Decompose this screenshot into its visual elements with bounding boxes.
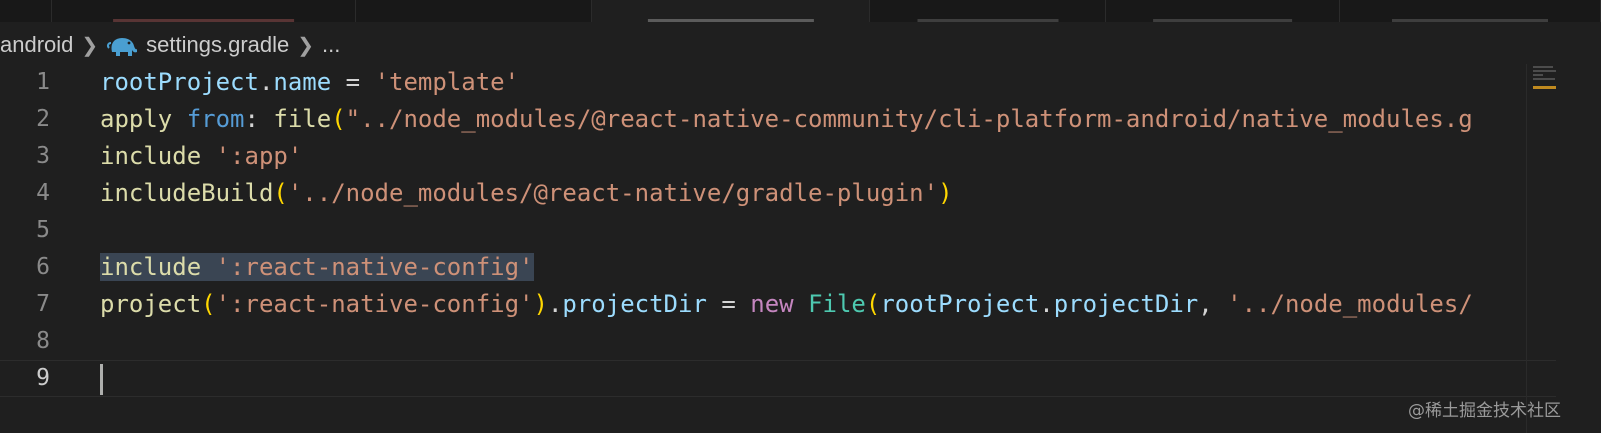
code-line[interactable]: 8 xyxy=(0,323,1556,360)
code-line[interactable]: 5 xyxy=(0,212,1556,249)
watermark: @稀土掘金技术社区 xyxy=(1408,401,1561,421)
line-number: 4 xyxy=(36,180,50,206)
code-token: . xyxy=(547,290,563,318)
code-token: ) xyxy=(938,179,953,207)
line-number: 1 xyxy=(36,69,50,95)
line-number: 2 xyxy=(36,106,50,132)
code-token: '../node_modules/@react-native/gradle-pl… xyxy=(287,179,939,207)
minimap-selection-marker xyxy=(1533,86,1557,89)
breadcrumb: android ❯ settings.gradle ❯ ... xyxy=(0,28,340,62)
code-line[interactable]: 4 includeBuild('../node_modules/@react-na… xyxy=(0,175,1556,212)
code-text: include ':app' xyxy=(100,138,302,175)
chevron-right-icon: ❯ xyxy=(297,34,315,57)
code-token: ':react-native-config' xyxy=(215,253,534,281)
text-selection: include ':react-native-config' xyxy=(100,253,534,281)
editor-tab[interactable] xyxy=(0,0,52,22)
code-token: , xyxy=(1198,290,1228,318)
minimap[interactable] xyxy=(1526,64,1557,433)
code-token: include xyxy=(100,253,202,281)
vertical-scrollbar[interactable] xyxy=(1556,64,1601,433)
code-token: ( xyxy=(865,290,881,318)
editor-tab[interactable] xyxy=(1340,0,1601,22)
code-token: . xyxy=(258,68,274,96)
editor-tab[interactable] xyxy=(356,0,592,22)
code-text: include ':react-native-config' xyxy=(100,249,534,286)
code-token: File xyxy=(808,290,866,318)
code-line[interactable]: 1 rootProject.name = 'template' xyxy=(0,64,1556,101)
code-token: apply xyxy=(100,105,173,133)
code-line[interactable]: 6 include ':react-native-config' xyxy=(0,249,1556,286)
code-token: = xyxy=(706,290,751,318)
code-token: ) xyxy=(533,290,548,318)
code-token: include xyxy=(100,142,202,170)
code-line[interactable]: 3 include ':app' xyxy=(0,138,1556,175)
code-token: ':app' xyxy=(215,142,303,170)
breadcrumb-folder[interactable]: android xyxy=(0,32,73,58)
line-number: 8 xyxy=(36,328,50,354)
line-number: 9 xyxy=(36,365,50,391)
code-token: file xyxy=(273,105,332,133)
code-token: rootProject xyxy=(100,68,259,96)
code-token: 'template' xyxy=(374,68,520,96)
editor-tab-active[interactable] xyxy=(592,0,870,22)
line-number: 5 xyxy=(36,217,50,243)
code-text: rootProject.name = 'template' xyxy=(100,64,519,101)
code-token: : xyxy=(244,105,274,133)
line-number: 3 xyxy=(36,143,50,169)
code-token: ( xyxy=(331,105,346,133)
code-token: = xyxy=(331,68,375,96)
editor-tab[interactable] xyxy=(870,0,1106,22)
code-token: "../node_modules/@react-native-community… xyxy=(345,105,1473,133)
gradle-elephant-icon xyxy=(107,38,138,56)
editor-tab[interactable] xyxy=(52,0,356,22)
code-line[interactable]: 2 apply from: file("../node_modules/@reac… xyxy=(0,101,1556,138)
text-cursor xyxy=(100,364,103,395)
code-line[interactable]: 9 xyxy=(0,360,1556,397)
line-number: 6 xyxy=(36,254,50,280)
code-token: name xyxy=(273,68,332,96)
code-token: ':react-native-config' xyxy=(215,290,534,318)
line-number: 7 xyxy=(36,291,50,317)
code-token: includeBuild xyxy=(100,179,274,207)
code-line[interactable]: 7 project(':react-native-config').project… xyxy=(0,286,1556,323)
code-token: from xyxy=(186,105,245,133)
code-token: '../node_modules/ xyxy=(1227,290,1473,318)
code-token: projectDir xyxy=(562,290,707,318)
editor-tab-bar xyxy=(0,0,1601,22)
code-text: project(':react-native-config').projectD… xyxy=(100,286,1473,323)
code-token: new xyxy=(750,290,794,318)
editor-tab[interactable] xyxy=(1106,0,1340,22)
code-token: ( xyxy=(201,290,216,318)
code-token: ( xyxy=(273,179,288,207)
code-editor[interactable]: 1 rootProject.name = 'template' 2 apply fro… xyxy=(0,64,1556,433)
code-token: projectDir xyxy=(1053,290,1199,318)
code-token: project xyxy=(100,290,202,318)
breadcrumb-file[interactable]: settings.gradle xyxy=(146,32,289,58)
code-token: rootProject xyxy=(880,290,1040,318)
breadcrumb-symbols[interactable]: ... xyxy=(322,32,340,58)
code-token: . xyxy=(1039,290,1054,318)
code-text: includeBuild('../node_modules/@react-nat… xyxy=(100,175,953,212)
chevron-right-icon: ❯ xyxy=(81,34,99,57)
code-text: apply from: file("../node_modules/@react… xyxy=(100,101,1473,138)
